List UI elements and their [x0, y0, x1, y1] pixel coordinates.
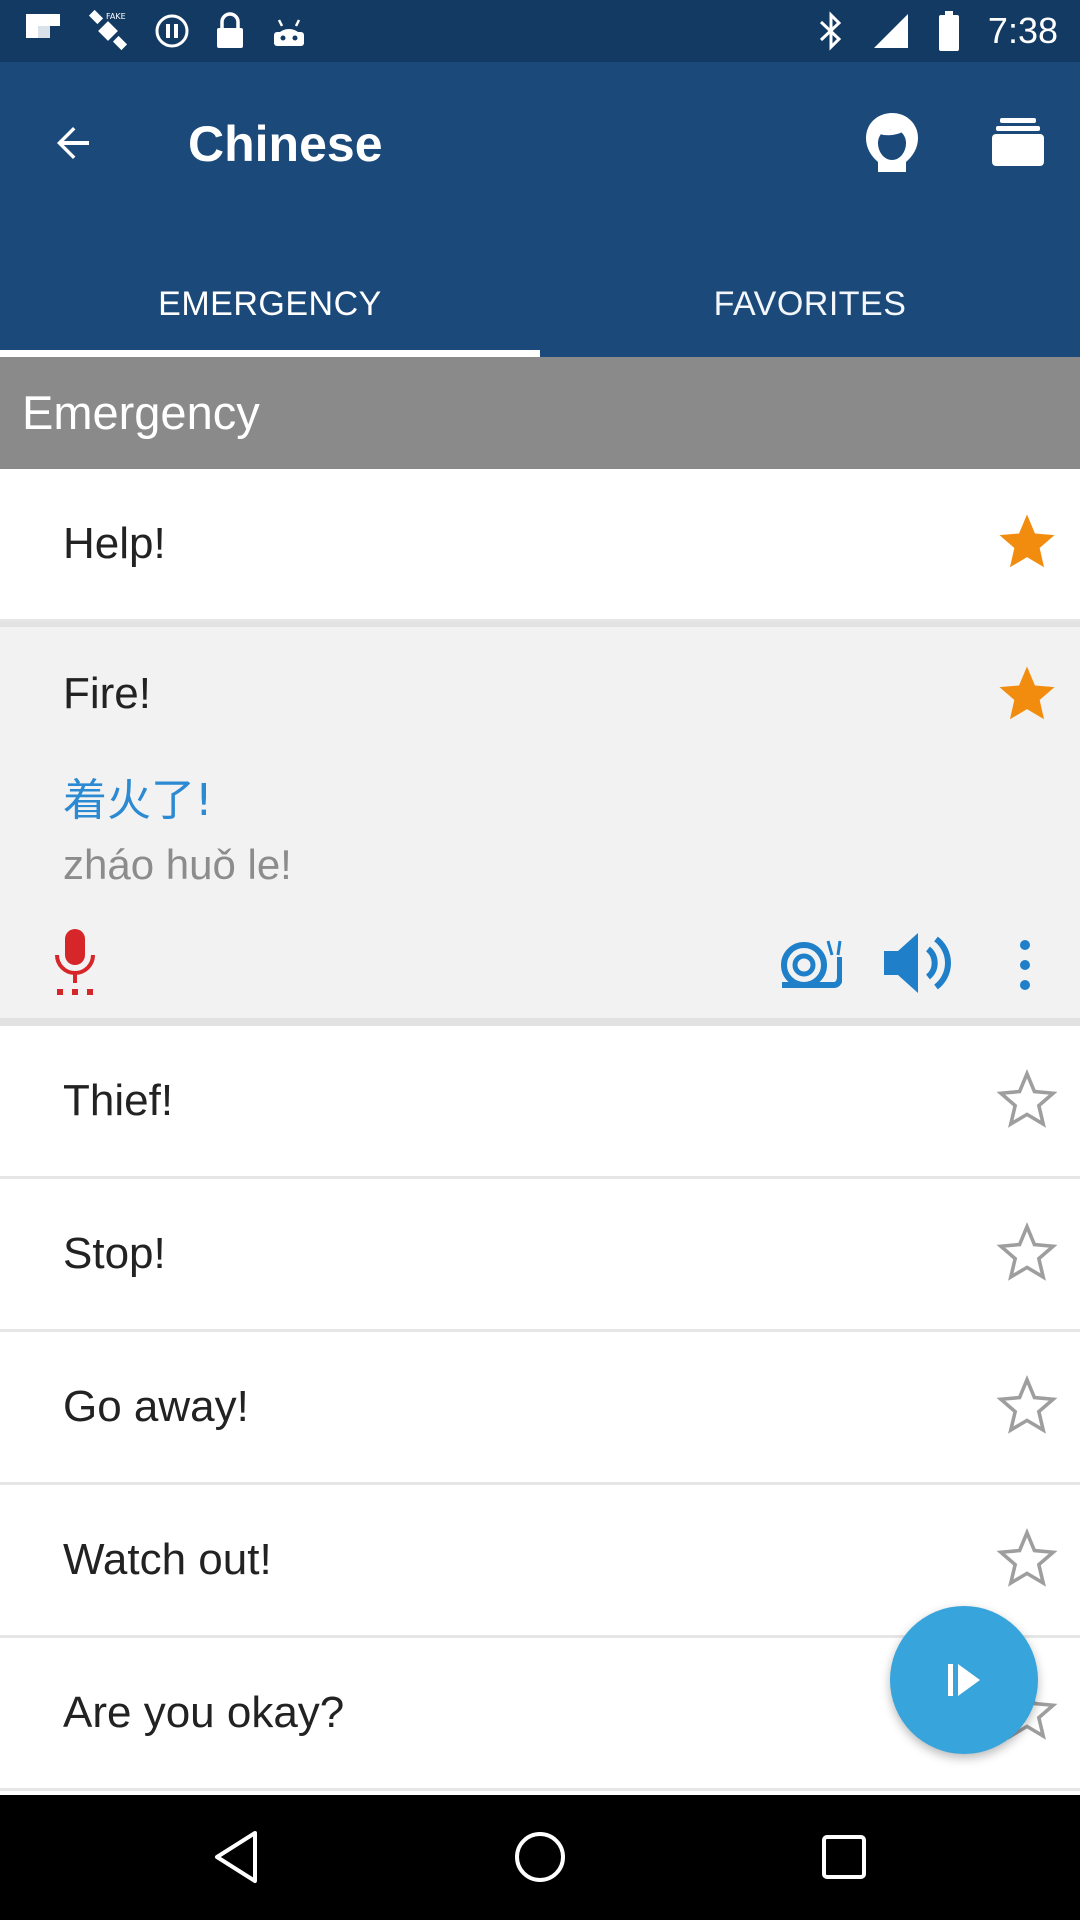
tab-favorites[interactable]: FAVORITES: [540, 252, 1080, 357]
speaker-icon[interactable]: [880, 929, 952, 997]
star-filled-icon[interactable]: [994, 661, 1060, 727]
status-bar: FAKE 7:38: [0, 0, 1080, 62]
page-title: Chinese: [188, 116, 383, 172]
more-vert-icon[interactable]: [1010, 935, 1040, 995]
tab-emergency-label: EMERGENCY: [158, 285, 382, 323]
phrase-row-go-away[interactable]: Go away!: [0, 1332, 1080, 1485]
back-button[interactable]: [36, 106, 110, 180]
head-icon: [866, 113, 918, 172]
tab-indicator: [0, 350, 540, 357]
svg-text:FAKE: FAKE: [106, 12, 126, 21]
phrase-text: Thief!: [63, 1076, 174, 1125]
tab-favorites-label: FAVORITES: [713, 285, 907, 323]
microphone-icon[interactable]: [48, 927, 102, 999]
tab-bar: EMERGENCY FAVORITES: [0, 252, 1080, 357]
phrase-text: Help!: [63, 519, 166, 568]
play-all-fab[interactable]: [890, 1606, 1038, 1754]
star-filled-icon[interactable]: [994, 509, 1060, 575]
tab-emergency[interactable]: EMERGENCY: [0, 252, 540, 357]
status-icons-right: 7:38: [818, 10, 1058, 52]
phrase-text: Fire!: [63, 669, 151, 718]
status-time: 7:38: [987, 10, 1058, 51]
nav-home-button[interactable]: [504, 1821, 576, 1893]
snail-slow-icon[interactable]: [778, 935, 842, 991]
phrase-list: Help! Fire! 着火了! zháo huǒ le! Thief! Sto…: [0, 469, 1080, 1791]
app-bar: Chinese EMERGENCY FAVORITES: [0, 62, 1080, 357]
bluetooth-icon: [818, 11, 844, 51]
chinese-translation: 着火了!: [63, 775, 213, 826]
star-outline-icon[interactable]: [994, 1066, 1060, 1132]
phrase-text: Stop!: [63, 1229, 166, 1278]
nav-recents-button[interactable]: [808, 1821, 880, 1893]
pinyin-transcription: zháo huǒ le!: [63, 841, 292, 888]
status-icons-left: FAKE: [24, 9, 308, 53]
star-outline-icon[interactable]: [994, 1219, 1060, 1285]
phrase-text: Are you okay?: [63, 1688, 345, 1737]
phrase-row-stop[interactable]: Stop!: [0, 1179, 1080, 1332]
signal-icon: [872, 12, 910, 50]
nav-back-button[interactable]: [200, 1821, 272, 1893]
android-robot-icon: [270, 14, 308, 48]
phrase-row-help[interactable]: Help!: [0, 469, 1080, 622]
phrase-text: Watch out!: [63, 1535, 272, 1584]
play-next-icon: [948, 1664, 980, 1696]
home-circle-icon: [515, 1832, 565, 1882]
phrase-row-thief[interactable]: Thief!: [0, 1026, 1080, 1179]
phrase-text: Go away!: [63, 1382, 249, 1431]
flipboard-icon: [24, 12, 62, 50]
phrase-row-watch-out[interactable]: Watch out!: [0, 1485, 1080, 1638]
satellite-fake-gps-icon: FAKE: [86, 9, 130, 53]
head-button[interactable]: [852, 102, 932, 182]
cards-stack-icon: [992, 118, 1044, 166]
navigation-bar: [0, 1795, 1080, 1920]
pause-circle-icon: [154, 13, 190, 49]
phrase-row-fire[interactable]: Fire! 着火了! zháo huǒ le!: [0, 622, 1080, 1026]
arrow-back-icon: [57, 127, 89, 159]
recents-square-icon: [822, 1835, 866, 1879]
star-outline-icon[interactable]: [994, 1372, 1060, 1438]
section-header: Emergency: [0, 357, 1080, 469]
back-triangle-icon: [215, 1831, 257, 1883]
star-outline-icon[interactable]: [994, 1525, 1060, 1591]
cards-stack-button[interactable]: [978, 102, 1058, 182]
lock-icon: [214, 12, 246, 50]
battery-icon: [938, 11, 960, 51]
